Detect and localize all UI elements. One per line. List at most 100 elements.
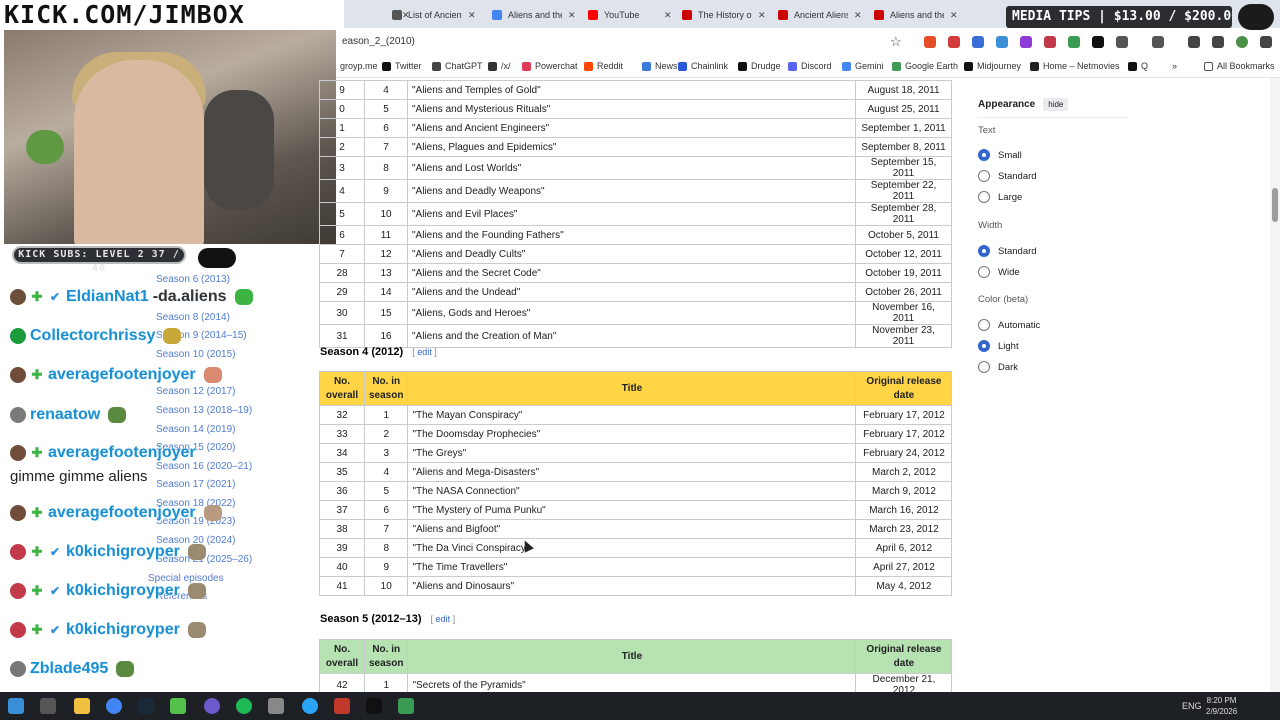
page-scrollbar[interactable] <box>1270 78 1280 692</box>
toc-link[interactable]: Season 6 (2013) <box>156 274 230 285</box>
profile-avatar-icon[interactable] <box>1236 36 1248 48</box>
address-bar[interactable]: eason_2_(2010) ☆ <box>336 28 1280 56</box>
extension-icon[interactable] <box>972 36 984 48</box>
extension-icon[interactable] <box>996 36 1008 48</box>
url-text[interactable]: eason_2_(2010) <box>342 36 415 47</box>
tab-close-icon[interactable]: ✕ <box>758 10 766 21</box>
more-menu-icon[interactable] <box>1260 36 1272 48</box>
toc-link[interactable]: Season 10 (2015) <box>156 349 236 360</box>
extension-icon[interactable] <box>948 36 960 48</box>
browser-tab[interactable]: Aliens and the ✕ <box>486 4 582 26</box>
column-header-no-in-season[interactable]: No. in season <box>363 371 409 406</box>
season-4-edit-link[interactable]: [ edit ] <box>412 347 437 357</box>
chat-username[interactable]: k0kichigroyper <box>66 582 180 600</box>
bookmark-item[interactable]: Home – Netmovies <box>1030 61 1120 71</box>
extension-icon[interactable] <box>924 36 936 48</box>
browser-tab[interactable]: List of Ancient Aliens ✕ <box>386 4 482 26</box>
steam-icon[interactable] <box>138 698 154 714</box>
chrome-icon[interactable] <box>106 698 122 714</box>
telegram-icon[interactable] <box>302 698 318 714</box>
browser-tab[interactable]: The History of ✕ <box>676 4 772 26</box>
chat-username[interactable]: averagefootenjoyer <box>48 444 196 462</box>
bookmarks-overflow-chevron-icon[interactable]: » <box>1172 61 1177 71</box>
extensions-puzzle-icon[interactable] <box>1116 36 1128 48</box>
radio-button[interactable] <box>978 149 990 161</box>
text-size-option[interactable]: Large <box>978 191 1022 203</box>
x-icon[interactable] <box>366 698 382 714</box>
radio-button[interactable] <box>978 340 990 352</box>
search-icon[interactable] <box>40 698 56 714</box>
app-icon[interactable] <box>398 698 414 714</box>
bookmark-item[interactable]: Twitter <box>382 61 422 71</box>
sidebar-icon[interactable] <box>1152 36 1164 48</box>
chat-username[interactable]: averagefootenjoyer <box>48 504 196 522</box>
toc-link[interactable]: Season 17 (2021) <box>156 479 236 490</box>
column-header-no-overall[interactable]: No. overall <box>319 639 365 674</box>
color-theme-option[interactable]: Light <box>978 340 1019 352</box>
bookmark-item[interactable]: Gemini <box>842 61 884 71</box>
scrollbar-thumb[interactable] <box>1272 188 1278 222</box>
tab-close-icon[interactable]: ✕ <box>950 10 958 21</box>
chat-username[interactable]: averagefootenjoyer <box>48 366 196 384</box>
width-option[interactable]: Standard <box>978 245 1037 257</box>
color-theme-option[interactable]: Dark <box>978 361 1018 373</box>
text-size-option[interactable]: Small <box>978 149 1022 161</box>
chat-username[interactable]: EldianNat1 <box>66 288 149 306</box>
tab-close-icon[interactable]: ✕ <box>568 10 576 21</box>
menu-icon[interactable] <box>1212 36 1224 48</box>
chat-username[interactable]: k0kichigroyper <box>66 621 180 639</box>
column-header-no-in-season[interactable]: No. in season <box>363 639 409 674</box>
toc-link[interactable]: Season 12 (2017) <box>156 386 236 397</box>
season-5-edit-link[interactable]: [ edit ] <box>431 614 456 624</box>
bookmark-item[interactable]: ChatGPT <box>432 61 483 71</box>
file-explorer-icon[interactable] <box>74 698 90 714</box>
toc-link[interactable]: Season 8 (2014) <box>156 312 230 323</box>
bookmark-item[interactable]: News <box>642 61 678 71</box>
app-icon[interactable] <box>334 698 350 714</box>
bookmark-item[interactable]: Drudge <box>738 61 781 71</box>
kick-icon[interactable] <box>170 698 186 714</box>
chat-username[interactable]: k0kichigroyper <box>66 543 180 561</box>
browser-tab[interactable]: YouTube ✕ <box>582 4 678 26</box>
radio-button[interactable] <box>978 245 990 257</box>
radio-button[interactable] <box>978 170 990 182</box>
tab-close-icon[interactable]: ✕ <box>854 10 862 21</box>
tab-close-icon[interactable]: ✕ <box>468 10 476 21</box>
radio-button[interactable] <box>978 191 990 203</box>
clock[interactable]: 8:20 PM 2/9/2026 <box>1206 695 1237 717</box>
toc-link[interactable]: Season 14 (2019) <box>156 424 236 435</box>
all-bookmarks-button[interactable]: All Bookmarks <box>1204 61 1275 71</box>
start-menu-icon[interactable] <box>8 698 24 714</box>
radio-button[interactable] <box>978 319 990 331</box>
bookmark-item[interactable]: /x/ <box>488 61 511 71</box>
tab-close-icon[interactable]: ✕ <box>664 10 672 21</box>
download-icon[interactable] <box>1188 36 1200 48</box>
obs-icon[interactable] <box>204 698 220 714</box>
spotify-icon[interactable] <box>236 698 252 714</box>
bookmark-item[interactable]: groyp.me <box>340 61 378 71</box>
width-option[interactable]: Wide <box>978 266 1020 278</box>
bookmark-item[interactable]: Reddit <box>584 61 623 71</box>
bookmark-item[interactable]: Discord <box>788 61 832 71</box>
x-extension-icon[interactable] <box>1092 36 1104 48</box>
app-icon[interactable] <box>268 698 284 714</box>
toc-link[interactable]: Season 13 (2018–19) <box>156 405 252 416</box>
extension-icon[interactable] <box>1044 36 1056 48</box>
bookmark-item[interactable]: Q <box>1128 61 1148 71</box>
extension-icon[interactable] <box>1020 36 1032 48</box>
radio-button[interactable] <box>978 361 990 373</box>
chat-username[interactable]: renaatow <box>30 406 100 424</box>
chat-username[interactable]: Zblade495 <box>30 660 108 678</box>
bookmark-item[interactable]: Midjourney <box>964 61 1021 71</box>
bookmark-item[interactable]: Chainlink <box>678 61 728 71</box>
browser-tab[interactable]: Ancient Aliens ✕ <box>772 4 868 26</box>
language-indicator[interactable]: ENG <box>1182 701 1202 711</box>
color-theme-option[interactable]: Automatic <box>978 319 1040 331</box>
radio-button[interactable] <box>978 266 990 278</box>
bookmark-item[interactable]: Google Earth <box>892 61 958 71</box>
hide-button[interactable]: hide <box>1043 98 1069 111</box>
extension-icon[interactable] <box>1068 36 1080 48</box>
bookmark-item[interactable]: Powerchat <box>522 61 578 71</box>
text-size-option[interactable]: Standard <box>978 170 1037 182</box>
browser-tab[interactable]: Aliens and the ✕ <box>868 4 964 26</box>
